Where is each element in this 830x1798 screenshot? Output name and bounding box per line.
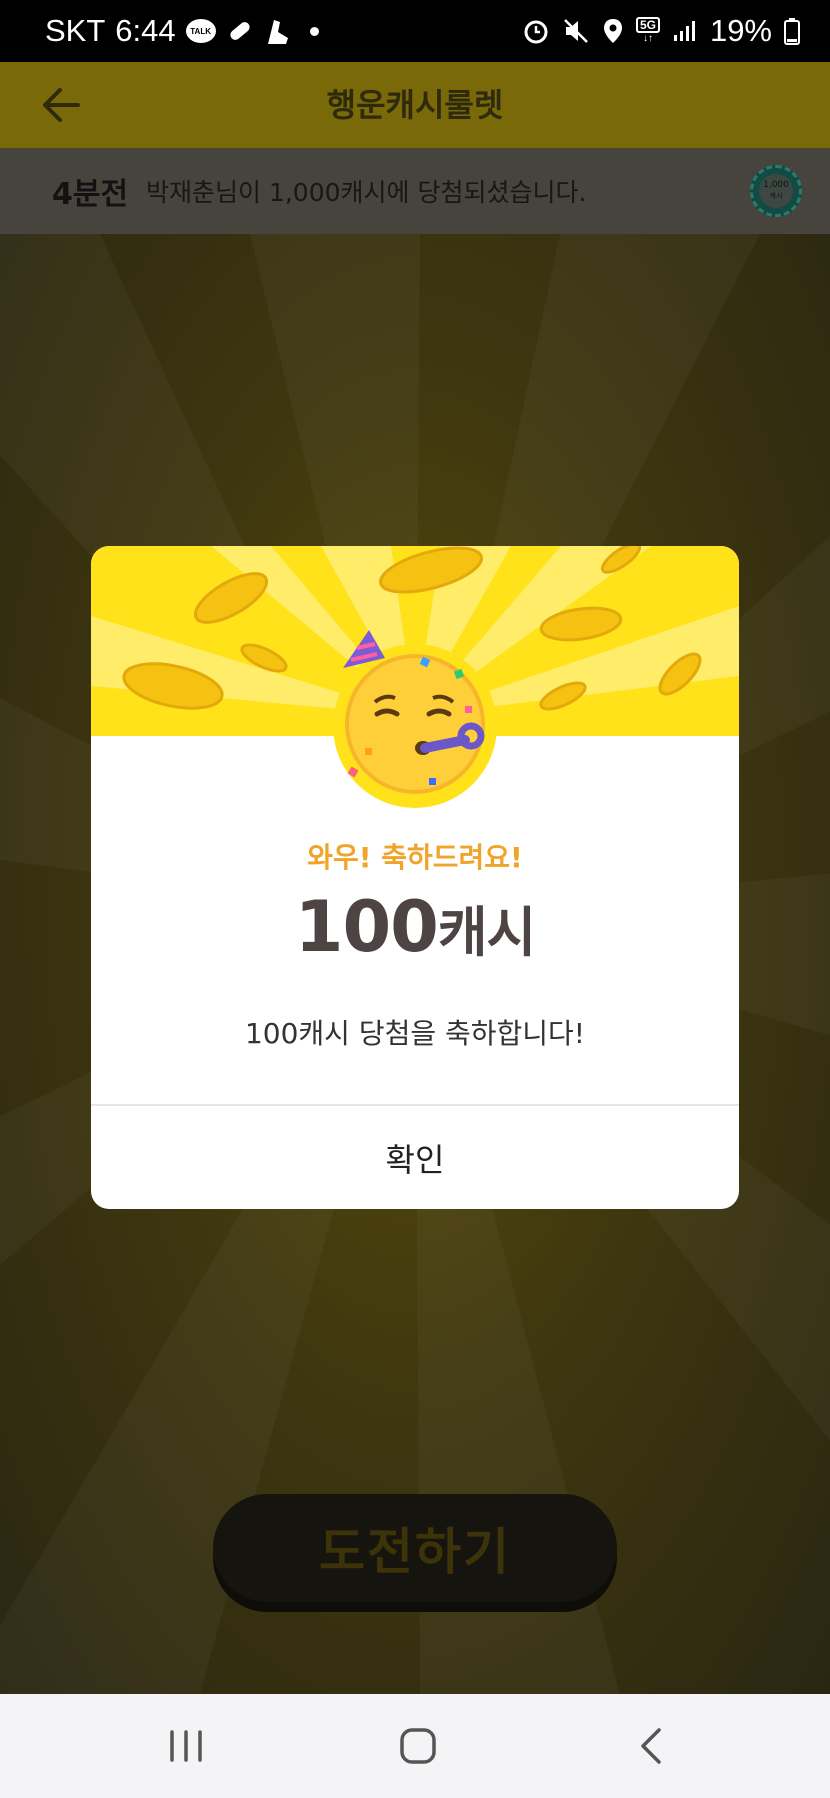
back-button[interactable] xyxy=(38,82,88,128)
chip-unit: 캐시 xyxy=(769,192,783,200)
recent-apps-button[interactable] xyxy=(146,1716,226,1776)
kakaotalk-icon: TALK xyxy=(185,19,216,43)
page-title: 행운캐시룰렛 xyxy=(326,86,504,124)
challenge-button[interactable]: 도전하기 xyxy=(213,1494,617,1602)
chip-value: 1,000 xyxy=(763,180,789,190)
carrier-label: SKT xyxy=(45,13,106,48)
app-header: 행운캐시룰렛 xyxy=(0,62,830,148)
home-icon xyxy=(400,1728,436,1764)
status-left: SKT 6:44 TALK xyxy=(45,0,319,62)
status-right: 5G ↓↑ 19% xyxy=(522,0,800,62)
cash-chip-icon: 1,000 캐시 xyxy=(750,165,802,217)
network-label: 5G xyxy=(635,17,660,33)
confirm-button[interactable]: 확인 xyxy=(91,1106,739,1209)
home-button[interactable] xyxy=(378,1716,458,1776)
location-icon xyxy=(602,17,624,45)
recent-apps-icon xyxy=(170,1730,202,1762)
winner-ticker: 4분전 박재춘님이 1,000캐시에 당첨되셨습니다. 1,000 캐시 xyxy=(0,148,830,234)
shoe-icon xyxy=(264,16,292,46)
arrow-left-icon xyxy=(43,88,80,122)
battery-percent: 19% xyxy=(709,13,772,48)
prize-amount-unit: 캐시 xyxy=(437,901,536,964)
battery-icon xyxy=(784,17,800,45)
congrats-subtitle: 와우! 축하드려요! xyxy=(307,841,523,874)
mute-icon xyxy=(562,17,590,45)
status-bar: SKT 6:44 TALK 5G ↓↑ 19% xyxy=(0,0,830,62)
prize-message: 100캐시 당첨을 축하합니다! xyxy=(244,1017,586,1050)
partying-face-icon xyxy=(325,628,505,808)
signal-icon xyxy=(672,19,698,43)
pill-icon xyxy=(226,17,254,45)
prize-amount: 100캐시 xyxy=(91,886,739,968)
back-icon xyxy=(641,1728,661,1764)
notification-dot-icon xyxy=(309,26,319,36)
alarm-icon xyxy=(522,17,550,45)
ticker-message: 박재춘님이 1,000캐시에 당첨되셨습니다. xyxy=(146,178,587,207)
prize-modal: 와우! 축하드려요! 100캐시 100캐시 당첨을 축하합니다! 확인 xyxy=(91,546,739,1209)
prize-amount-number: 100 xyxy=(294,886,439,968)
system-nav-bar xyxy=(0,1694,830,1798)
clock: 6:44 xyxy=(115,13,176,48)
nav-back-button[interactable] xyxy=(612,1716,692,1776)
ticker-time: 4분전 xyxy=(52,177,129,212)
network-5g-icon: 5G ↓↑ xyxy=(635,17,660,45)
